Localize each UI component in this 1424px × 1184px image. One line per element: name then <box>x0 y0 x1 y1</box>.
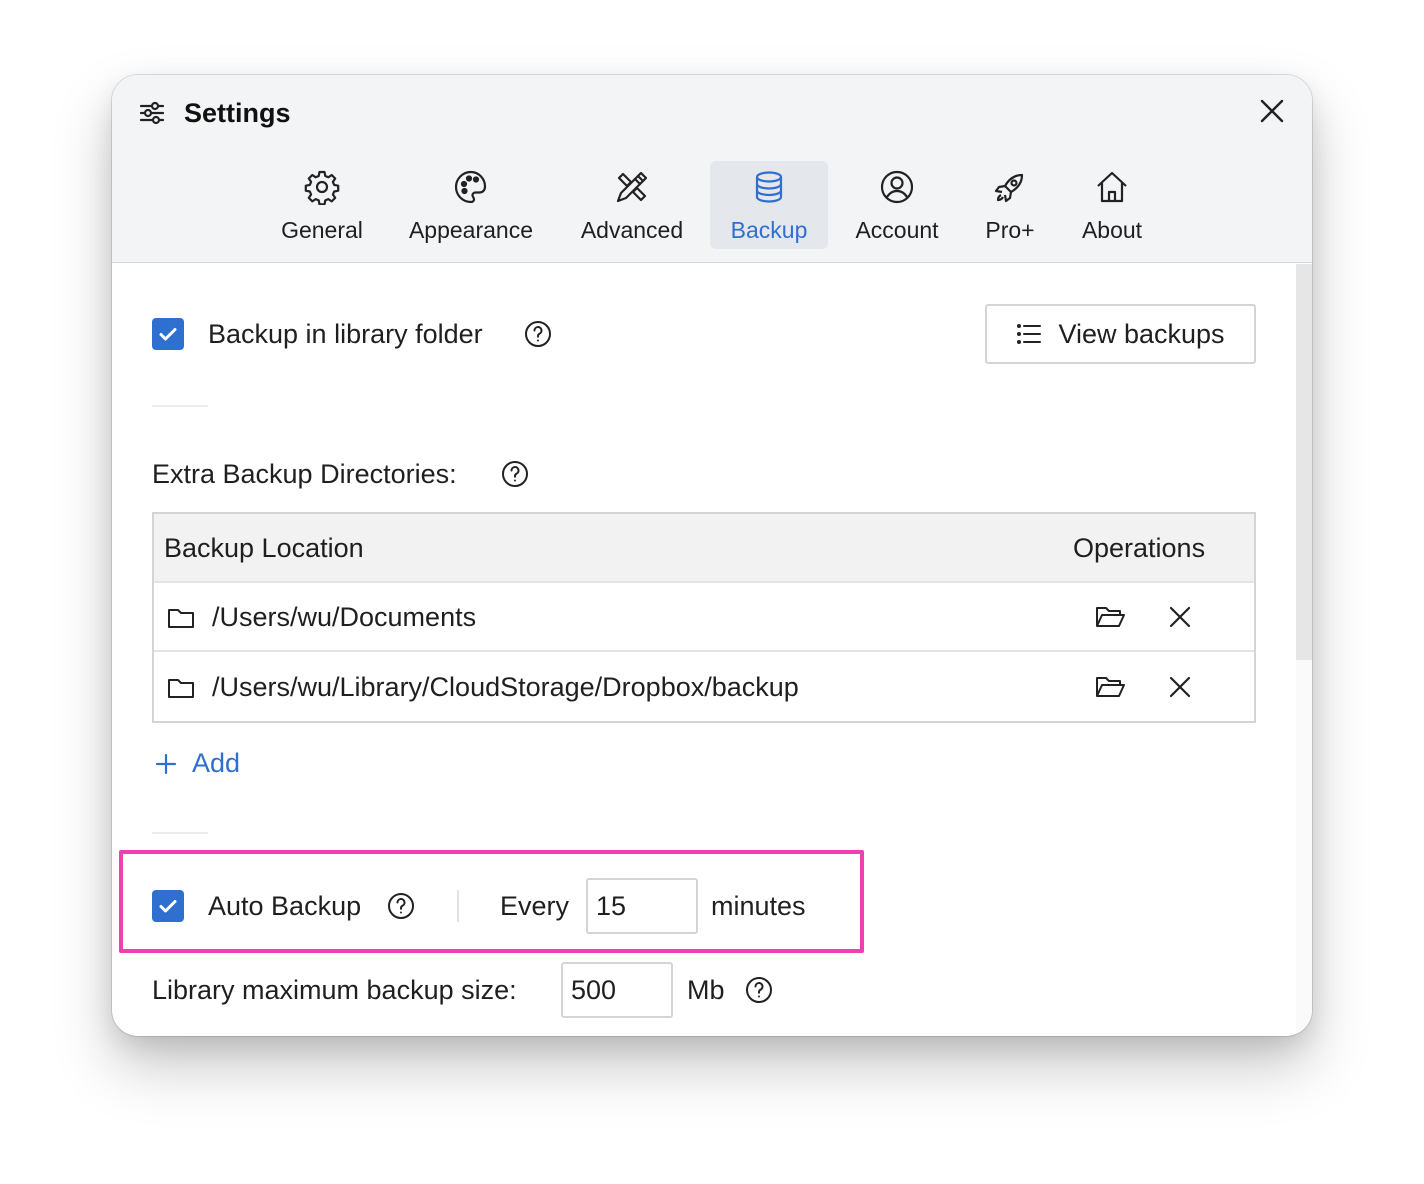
every-label: Every <box>500 891 570 921</box>
sliders-icon <box>139 101 165 125</box>
check-icon <box>159 900 177 913</box>
database-icon <box>755 171 783 203</box>
palette-icon <box>454 170 487 204</box>
tab-label: Backup <box>730 217 808 243</box>
close-icon[interactable] <box>1258 97 1286 125</box>
vertical-separator <box>457 890 459 922</box>
settings-tabs: General Appearance Advanced Backup Accou… <box>112 161 1312 249</box>
folder-open-icon[interactable] <box>1094 671 1126 703</box>
column-header-operations: Operations <box>1073 533 1206 563</box>
folder-open-icon[interactable] <box>1094 601 1126 633</box>
extra-dirs-label: Extra Backup Directories: <box>152 459 457 489</box>
gear-icon <box>304 170 340 205</box>
column-header-location: Backup Location <box>164 533 364 563</box>
scrollbar-thumb[interactable] <box>1296 264 1312 660</box>
tab-label: About <box>1081 217 1143 243</box>
backup-directories-table: Backup Location Operations /Users/wu/Doc… <box>152 512 1256 723</box>
tab-label: Pro+ <box>985 217 1035 243</box>
backup-path: /Users/wu/Library/CloudStorage/Dropbox/b… <box>212 672 799 702</box>
help-icon[interactable] <box>501 460 529 488</box>
folder-icon <box>168 679 194 698</box>
backup-library-folder-label: Backup in library folder <box>208 319 483 349</box>
backup-settings-panel: Backup in library folder View backups Ex… <box>112 264 1312 1036</box>
remove-icon[interactable] <box>1166 603 1194 631</box>
tab-account[interactable]: Account <box>846 161 948 249</box>
folder-icon <box>168 609 194 628</box>
help-icon[interactable] <box>745 976 773 1004</box>
view-backups-button[interactable]: View backups <box>985 304 1256 364</box>
section-divider <box>152 832 208 834</box>
minutes-label: minutes <box>711 891 806 921</box>
table-row: /Users/wu/Documents <box>154 583 1254 652</box>
backup-library-folder-checkbox[interactable] <box>152 318 184 350</box>
user-circle-icon <box>880 170 914 204</box>
window-title: Settings <box>184 97 291 128</box>
tab-advanced[interactable]: Advanced <box>572 161 692 249</box>
backup-path: /Users/wu/Documents <box>212 602 477 632</box>
title-row: Settings <box>138 95 291 131</box>
tab-label: Advanced <box>580 217 684 243</box>
add-directory-button[interactable]: Add <box>154 748 240 779</box>
table-row: /Users/wu/Library/CloudStorage/Dropbox/b… <box>154 653 1254 722</box>
tab-label: Appearance <box>408 217 534 243</box>
plus-icon <box>155 753 177 774</box>
tab-label: General <box>281 217 363 243</box>
list-icon <box>1017 324 1042 344</box>
tab-pro-plus[interactable]: Pro+ <box>976 161 1044 249</box>
tab-backup[interactable]: Backup <box>710 161 828 249</box>
auto-backup-checkbox[interactable] <box>152 890 184 922</box>
tab-general[interactable]: General <box>270 161 374 249</box>
settings-header: Settings General Appearance Advanced Bac… <box>112 75 1312 263</box>
max-backup-size-label: Library maximum backup size: <box>152 975 517 1005</box>
remove-icon[interactable] <box>1166 673 1194 701</box>
check-icon <box>159 328 177 341</box>
tools-icon <box>616 171 648 203</box>
section-divider <box>152 405 208 407</box>
help-icon[interactable] <box>387 892 415 920</box>
max-backup-size-input[interactable] <box>561 962 673 1018</box>
auto-backup-label: Auto Backup <box>208 891 362 921</box>
tab-about[interactable]: About <box>1072 161 1152 249</box>
tab-label: Account <box>855 217 939 243</box>
view-backups-label: View backups <box>1058 318 1225 349</box>
backup-interval-input[interactable] <box>586 878 698 934</box>
tab-appearance[interactable]: Appearance <box>400 161 542 249</box>
table-header: Backup Location Operations <box>154 514 1254 583</box>
home-icon <box>1097 171 1127 203</box>
rocket-icon <box>994 173 1024 203</box>
add-label: Add <box>192 748 241 778</box>
settings-window: Settings General Appearance Advanced Bac… <box>112 75 1312 1036</box>
size-unit-label: Mb <box>687 975 725 1005</box>
help-icon[interactable] <box>524 320 552 348</box>
